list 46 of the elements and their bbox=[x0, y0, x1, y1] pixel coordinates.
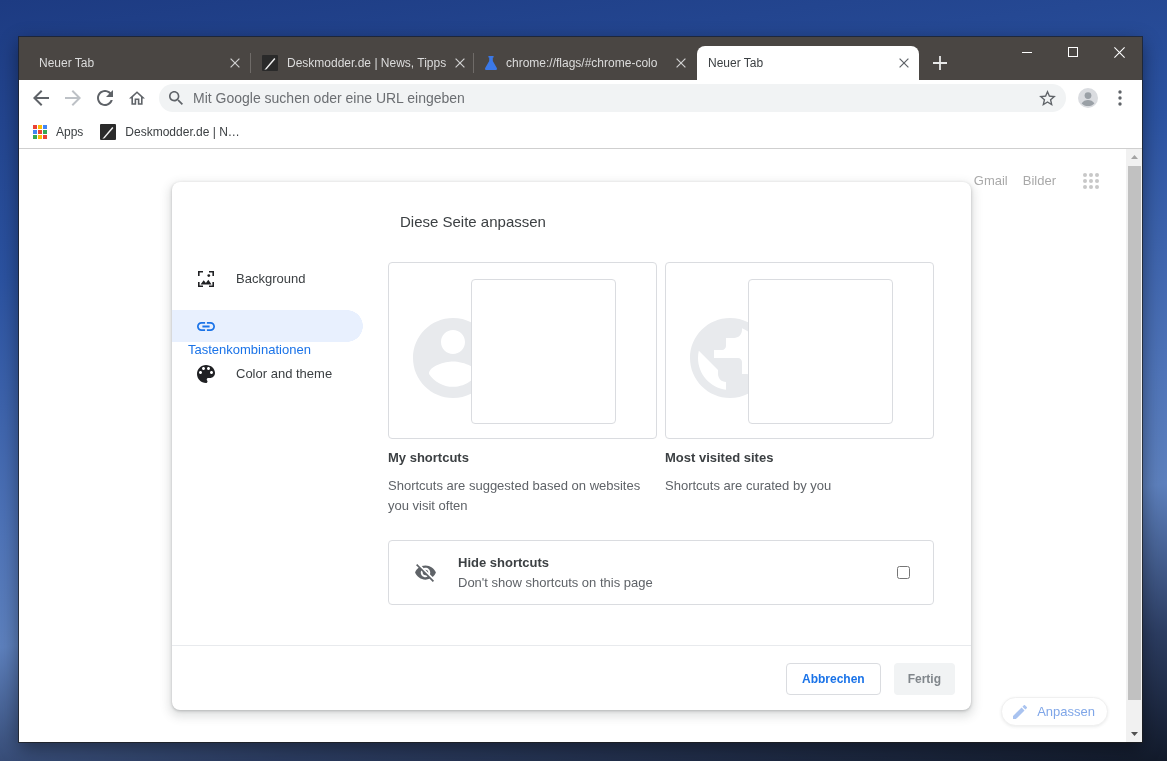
minimize-icon bbox=[1022, 51, 1032, 53]
plus-icon bbox=[933, 56, 947, 70]
sidebar-item[interactable]: Background bbox=[172, 263, 363, 295]
sidebar-item[interactable]: Color and theme bbox=[172, 358, 363, 390]
scroll-down-arrow-icon[interactable] bbox=[1130, 732, 1138, 736]
link-icon bbox=[197, 321, 215, 331]
reload-icon bbox=[97, 90, 113, 106]
arrow-right-icon bbox=[65, 90, 81, 106]
bookmark[interactable]: Apps bbox=[27, 119, 90, 145]
tab[interactable]: Neuer Tab bbox=[28, 46, 250, 80]
close-icon[interactable] bbox=[899, 58, 909, 68]
address-field[interactable]: Mit Google suchen oder eine URL eingeben bbox=[193, 88, 1029, 108]
person-icon bbox=[413, 318, 471, 398]
scrollbar-thumb[interactable] bbox=[1127, 166, 1141, 700]
dialog-title: Diese Seite anpassen bbox=[400, 212, 546, 232]
address-bar[interactable]: Mit Google suchen oder eine URL eingeben bbox=[159, 84, 1066, 112]
setting-description: Don't show shortcuts on this page bbox=[458, 573, 653, 592]
globe-icon bbox=[690, 318, 748, 398]
search-icon bbox=[169, 91, 183, 105]
palette-icon bbox=[197, 365, 215, 383]
pen-icon bbox=[262, 55, 278, 71]
flask-icon bbox=[485, 56, 497, 70]
avatar-icon bbox=[1078, 88, 1098, 108]
setting-title: Hide shortcuts bbox=[458, 553, 549, 572]
checkbox[interactable] bbox=[897, 566, 910, 579]
tab[interactable]: Deskmodder.de | News, Tipps bbox=[251, 46, 473, 80]
option-title: My shortcuts bbox=[388, 449, 469, 467]
home-icon bbox=[129, 91, 145, 105]
menu-icon bbox=[1118, 90, 1122, 106]
scrollbar[interactable] bbox=[1126, 149, 1142, 742]
tab[interactable]: chrome://flags/#chrome-colo bbox=[474, 46, 696, 80]
pen-icon bbox=[100, 124, 117, 140]
option-description: Shortcuts are curated by you bbox=[665, 477, 832, 495]
option-title: Most visited sites bbox=[665, 449, 774, 467]
cancel-button[interactable]: Abbrechen bbox=[785, 663, 881, 695]
apps-grid-icon bbox=[33, 125, 47, 139]
bookmark[interactable]: Deskmodder.de | N… bbox=[94, 119, 246, 145]
image-icon bbox=[197, 270, 215, 288]
maximize-icon bbox=[1068, 47, 1078, 57]
eye-slash-icon bbox=[415, 563, 436, 582]
close-icon bbox=[1113, 46, 1125, 58]
pencil-icon bbox=[1013, 704, 1028, 719]
arrow-left-icon bbox=[33, 90, 49, 106]
star-icon[interactable] bbox=[1039, 90, 1056, 106]
option-description: Shortcuts are suggested based on websites you visit often bbox=[388, 477, 642, 515]
tab[interactable]: Neuer Tab bbox=[697, 46, 919, 80]
